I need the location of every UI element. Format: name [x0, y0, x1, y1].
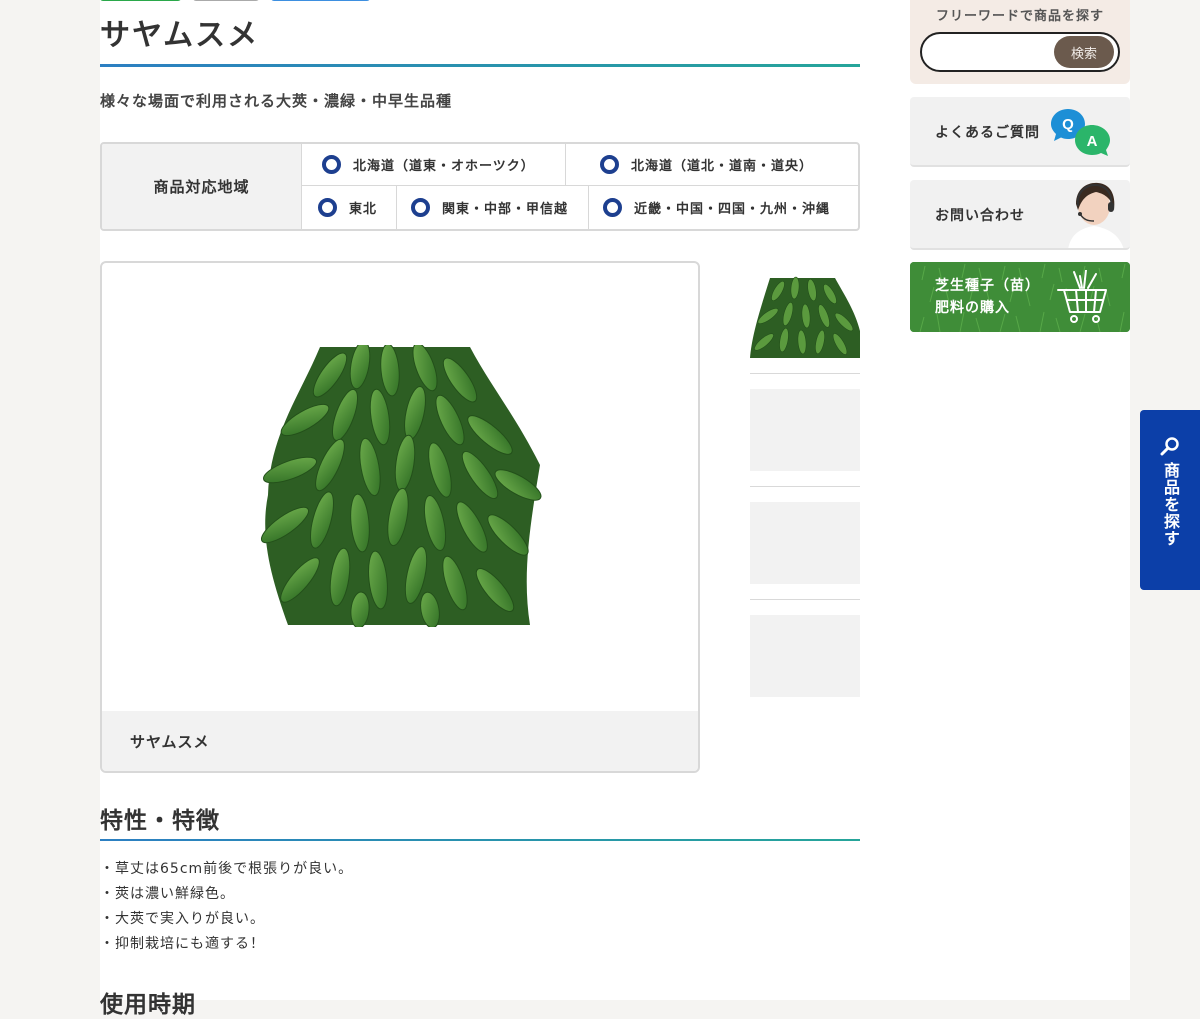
main-image-card: サヤムスメ [100, 261, 700, 773]
top-tab-2[interactable] [193, 0, 259, 1]
radio-icon [318, 198, 337, 217]
region-label: 北海道（道北・道南・道央） [631, 159, 814, 174]
product-tagline: 様々な場面で利用される大莢・濃緑・中早生品種 [100, 92, 453, 110]
title-underline [100, 64, 860, 67]
radio-icon [600, 155, 619, 174]
top-tab-1[interactable] [100, 0, 181, 1]
thumbnail-2[interactable] [750, 389, 860, 471]
region-item-kinki[interactable]: 近畿・中国・四国・九州・沖縄 [589, 186, 858, 229]
region-label: 近畿・中国・四国・九州・沖縄 [634, 202, 831, 217]
top-tab-3[interactable] [271, 0, 370, 1]
product-title: サヤムスメ [100, 18, 260, 53]
purchase-label-line1: 芝生種子（苗） [935, 278, 1040, 294]
product-search-float-tab[interactable]: 商品を探す [1140, 410, 1200, 590]
contact-label: お問い合わせ [935, 208, 1025, 224]
region-item-kanto[interactable]: 関東・中部・甲信越 [397, 186, 589, 229]
region-label: 東北 [349, 202, 378, 217]
thumbnail-divider [750, 373, 860, 374]
region-label: 北海道（道東・オホーツク） [353, 159, 535, 174]
thumbnail-3[interactable] [750, 502, 860, 584]
radio-icon [411, 198, 430, 217]
thumbnail-1[interactable] [750, 276, 860, 358]
region-item-tohoku[interactable]: 東北 [302, 186, 397, 229]
faq-link[interactable]: よくあるご質問 Q A [910, 97, 1130, 167]
contact-link[interactable]: お問い合わせ [910, 180, 1130, 250]
features-heading: 特性・特徴 [100, 808, 220, 834]
operator-with-headset-icon [1068, 182, 1124, 248]
thumbnail-divider [750, 599, 860, 600]
search-label: フリーワードで商品を探す [935, 9, 1104, 24]
feature-item: ・抑制栽培にも適する！ [100, 936, 265, 952]
search-button[interactable]: 検索 [1054, 36, 1114, 68]
faq-icon-a: A [1087, 133, 1098, 150]
magnifier-icon [1160, 437, 1179, 456]
faq-label: よくあるご質問 [935, 125, 1040, 141]
float-tab-label: 商品を探す [1161, 462, 1180, 547]
region-table-header: 商品対応地域 [102, 144, 302, 229]
region-item-hokkaido-north[interactable]: 北海道（道北・道南・道央） [566, 144, 858, 186]
usage-heading: 使用時期 [100, 992, 196, 1018]
edamame-photo [260, 345, 542, 627]
purchase-label: 芝生種子（苗） 肥料の購入 [935, 262, 1040, 332]
feature-item: ・莢は濃い鮮緑色。 [100, 886, 235, 902]
freeword-search: フリーワードで商品を探す 検索 [910, 0, 1130, 84]
edamame-thumbnail [750, 276, 860, 358]
region-item-hokkaido-east[interactable]: 北海道（道東・オホーツク） [302, 144, 566, 186]
feature-item: ・大莢で実入りが良い。 [100, 911, 265, 927]
image-caption: サヤムスメ [102, 711, 698, 771]
features-underline [100, 839, 860, 841]
qa-speech-bubbles-icon: Q A [1051, 109, 1110, 156]
faq-icon-q: Q [1062, 116, 1074, 133]
radio-icon [603, 198, 622, 217]
region-label: 関東・中部・甲信越 [442, 202, 569, 217]
feature-item: ・草丈は65cm前後で根張りが良い。 [100, 861, 354, 877]
region-table: 商品対応地域 北海道（道東・オホーツク） 北海道（道北・道南・道央） 東北 関東… [100, 142, 860, 231]
thumbnail-divider [750, 486, 860, 487]
thumbnail-4[interactable] [750, 615, 860, 697]
shopping-cart-icon [1057, 270, 1107, 323]
radio-icon [322, 155, 341, 174]
purchase-label-line2: 肥料の購入 [935, 300, 1010, 316]
features-list: ・草丈は65cm前後で根張りが良い。 ・莢は濃い鮮緑色。 ・大莢で実入りが良い。… [100, 857, 353, 957]
purchase-link[interactable]: 芝生種子（苗） 肥料の購入 [910, 262, 1130, 332]
